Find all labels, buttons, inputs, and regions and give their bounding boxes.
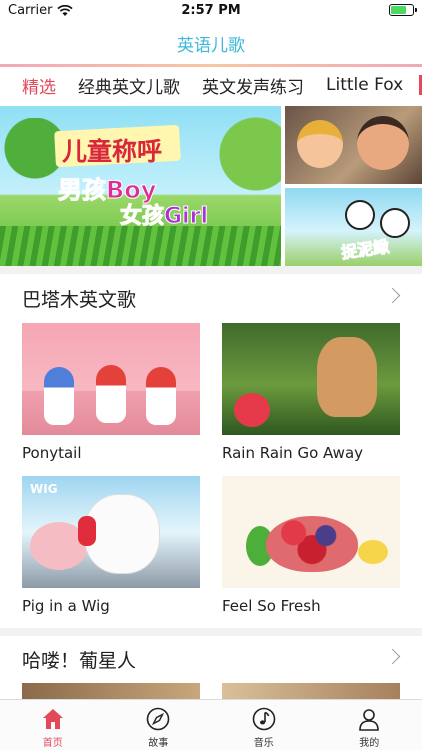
- tab-label: 首页: [42, 738, 63, 749]
- video-title: Feel So Fresh: [222, 597, 321, 615]
- video-card[interactable]: Ponytail: [22, 323, 200, 462]
- banner-side-top[interactable]: [285, 106, 422, 184]
- section-title: 哈喽！葡星人: [22, 649, 137, 672]
- video-title: Rain Rain Go Away: [222, 444, 364, 462]
- video-thumbnail[interactable]: [222, 476, 400, 588]
- compass-icon: [146, 707, 170, 731]
- video-title: Pig in a Wig: [22, 597, 110, 615]
- page-title: 英语儿歌: [177, 35, 245, 56]
- wig-logo: WIG: [30, 482, 58, 496]
- video-card[interactable]: Rain Rain Go Away: [222, 323, 400, 462]
- lemon-decoration: [358, 540, 388, 564]
- egg-character: [234, 393, 270, 427]
- tab-home[interactable]: 首页: [0, 700, 106, 750]
- grass-decoration: [0, 226, 281, 266]
- banner-title: 儿童称呼: [62, 137, 163, 166]
- puppy-character: [317, 337, 377, 417]
- tab-music[interactable]: 音乐: [211, 700, 317, 750]
- tab-featured[interactable]: 精选: [22, 73, 56, 98]
- home-icon: [42, 709, 63, 729]
- character-head: [357, 116, 409, 170]
- tab-label: 故事: [148, 738, 169, 749]
- video-card[interactable]: WIG Pig in a Wig: [22, 476, 200, 615]
- tab-label: 我的: [359, 738, 380, 749]
- nav-bar: 英语儿歌: [0, 22, 422, 64]
- bottom-tab-bar: 首页 故事 音乐 我的: [0, 699, 422, 750]
- tab-classic-songs[interactable]: 经典英文儿歌: [78, 73, 180, 98]
- section-divider: [0, 628, 422, 636]
- tree-decoration: [211, 114, 281, 204]
- section-title: 巴塔木英文歌: [22, 288, 137, 311]
- tab-stories[interactable]: 故事: [106, 700, 212, 750]
- banner-main[interactable]: 儿童称呼 男孩Boy 女孩Girl: [0, 106, 281, 266]
- chevron-right-icon[interactable]: [384, 648, 401, 665]
- penguin-character: [96, 365, 126, 423]
- video-thumbnail[interactable]: [22, 323, 200, 435]
- banner-side-bottom[interactable]: 捉泥鳅: [285, 188, 422, 266]
- video-thumbnail[interactable]: [222, 323, 400, 435]
- status-bar: Carrier 2:57 PM: [0, 0, 422, 22]
- music-note-icon: [252, 707, 276, 731]
- video-thumbnail[interactable]: [222, 683, 400, 699]
- section-header[interactable]: 哈喽！葡星人: [0, 637, 422, 681]
- headphones-icon: [78, 516, 96, 546]
- section-divider: [0, 266, 422, 274]
- fruit-bowl: [266, 516, 358, 572]
- tab-label: 音乐: [253, 738, 274, 749]
- category-tabs: 精选 经典英文儿歌 英文发声练习 Little Fox: [0, 67, 422, 103]
- chevron-right-icon[interactable]: [384, 287, 401, 304]
- video-thumbnail[interactable]: [22, 683, 200, 699]
- profile-icon: [359, 709, 380, 731]
- banner-carousel: 儿童称呼 男孩Boy 女孩Girl 捉泥鳅: [0, 106, 422, 266]
- character-head: [297, 120, 343, 168]
- video-title: Ponytail: [22, 444, 82, 462]
- status-time: 2:57 PM: [181, 3, 241, 18]
- video-thumbnail[interactable]: WIG: [22, 476, 200, 588]
- video-card[interactable]: Feel So Fresh: [222, 476, 400, 615]
- tab-pronunciation[interactable]: 英文发声练习: [202, 73, 304, 98]
- panda-character: [345, 200, 375, 230]
- banner-side-word: 捉泥鳅: [340, 236, 391, 263]
- tab-profile[interactable]: 我的: [317, 700, 422, 750]
- penguin-character: [146, 367, 176, 425]
- penguin-character: [44, 367, 74, 425]
- battery-icon: [389, 4, 417, 16]
- tab-little-fox[interactable]: Little Fox: [326, 75, 403, 95]
- section-header[interactable]: 巴塔木英文歌: [0, 276, 422, 320]
